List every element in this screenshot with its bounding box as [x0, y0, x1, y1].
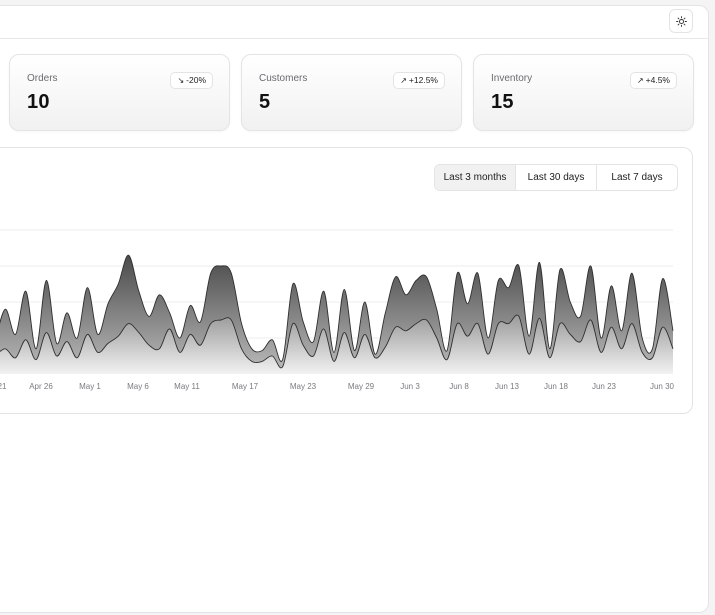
x-tick-label: May 29 — [348, 382, 375, 391]
dashboard-page: Orders 10 ↘ -20% Customers 5 ↗ +12.5% Inve… — [0, 0, 715, 615]
x-tick-label: Jun 23 — [592, 382, 617, 391]
x-tick-label: Jun 30 — [650, 382, 675, 391]
x-tick-label: Jun 13 — [495, 382, 520, 391]
x-tick-label: May 17 — [232, 382, 259, 391]
x-tick-label: May 11 — [174, 382, 200, 391]
x-tick-label: Jun 18 — [544, 382, 569, 391]
x-tick-label: 21 — [0, 382, 7, 391]
x-axis-ticks: 21 Apr 26 May 1 May 6 May 11 May 17 May 23 May … — [0, 382, 675, 391]
x-tick-label: Jun 3 — [400, 382, 420, 391]
x-tick-label: May 1 — [79, 382, 101, 391]
x-tick-label: Jun 8 — [449, 382, 469, 391]
x-tick-label: May 23 — [290, 382, 317, 391]
x-tick-label: May 6 — [127, 382, 149, 391]
x-tick-label: Apr 26 — [29, 382, 53, 391]
area-chart: 21 Apr 26 May 1 May 6 May 11 May 17 May 23 May … — [0, 229, 675, 391]
chart-series — [0, 254, 674, 374]
